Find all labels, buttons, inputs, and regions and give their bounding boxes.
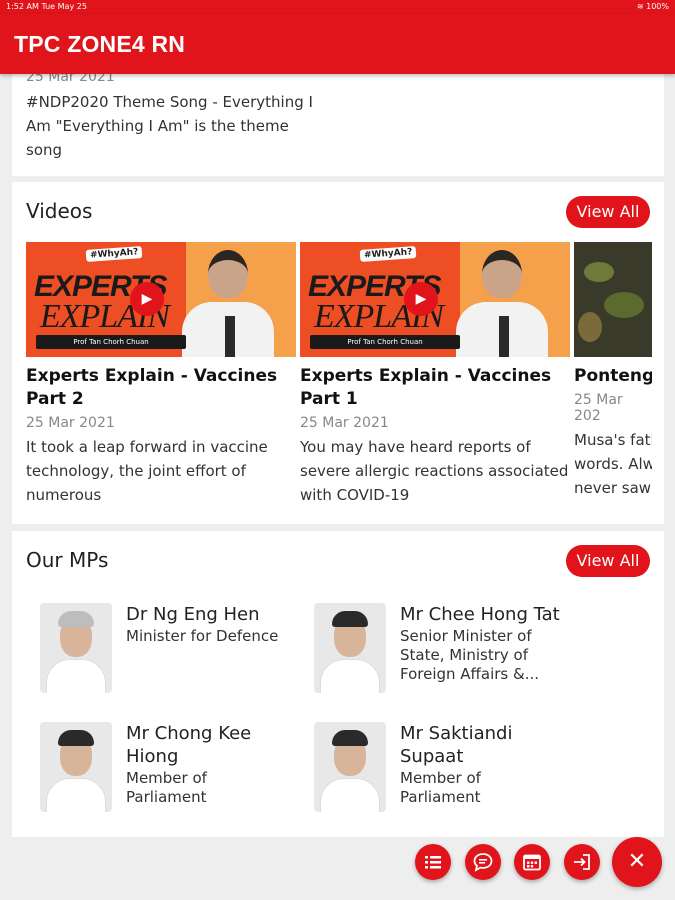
mps-section: Our MPs View All Dr Ng Eng Hen Minister … (12, 531, 664, 837)
video-description: It took a leap forward in vaccine techno… (26, 435, 296, 507)
mps-view-all-button[interactable]: View All (566, 545, 650, 577)
mp-name: Mr Chee Hong Tat (400, 604, 560, 625)
video-description: You may have heard reports of severe all… (300, 435, 570, 507)
list-icon (425, 856, 441, 869)
videos-view-all-button[interactable]: View All (566, 196, 650, 228)
status-bar: 1:52 AM Tue May 25 ≋ 100% (0, 0, 675, 14)
list-fab-button[interactable] (415, 844, 451, 880)
video-card[interactable]: #WhyAh? EXPERTS EXPLAIN Prof Tan Chorh C… (26, 242, 296, 507)
video-date: 25 Mar 2021 (300, 415, 389, 431)
mp-name: Mr Chong Kee Hiong (126, 723, 252, 767)
video-desc-line: words. Alw (574, 455, 652, 473)
video-desc-line: Musa's fatl (574, 431, 652, 449)
video-title-line: Part 1 (300, 389, 358, 409)
mp-photo (40, 722, 112, 812)
mp-role: Minister for Defence (126, 627, 279, 645)
play-icon[interactable]: ▶ (130, 282, 164, 316)
login-icon (574, 854, 590, 870)
video-desc-line: with COVID-19 (300, 486, 410, 504)
status-battery: ≋ 100% (637, 0, 669, 14)
chat-fab-button[interactable] (465, 844, 501, 880)
close-icon: ✕ (627, 849, 647, 874)
play-icon[interactable]: ▶ (404, 282, 438, 316)
video-thumbnail: #WhyAh? EXPERTS EXPLAIN Prof Tan Chorh C… (26, 242, 296, 357)
video-desc-line: It took a leap forward in vaccine (26, 438, 268, 456)
mp-name: Dr Ng Eng Hen (126, 604, 260, 625)
calendar-icon (523, 854, 541, 871)
close-fab-button[interactable]: ✕ (612, 837, 662, 887)
video-desc-line: numerous (26, 486, 102, 504)
video-title-line: Part 2 (26, 389, 84, 409)
login-fab-button[interactable] (564, 844, 600, 880)
video-thumbnail (574, 242, 652, 357)
video-date: 25 Mar 2021 (26, 415, 115, 431)
video-desc-line: never saw (574, 479, 652, 497)
mp-photo (40, 603, 112, 693)
app-title: TPC ZONE4 RN (14, 31, 186, 57)
video-thumbnail: #WhyAh? EXPERTS EXPLAIN Prof Tan Chorh C… (300, 242, 570, 357)
battery-level: 100% (646, 2, 669, 11)
status-time: 1:52 AM (6, 2, 39, 11)
video-desc-line: You may have heard reports of (300, 438, 531, 456)
news-card[interactable]: 25 Mar 2021 #NDP2020 Theme Song - Everyt… (12, 60, 664, 176)
video-desc-line: technology, the joint effort of (26, 462, 246, 480)
thumb-badge: #WhyAh? (85, 246, 143, 262)
video-title: Ponteng| (574, 365, 652, 388)
thumb-caption: Prof Tan Chorh Chuan (36, 335, 186, 349)
video-title: Experts Explain - Vaccines Part 1 (300, 365, 570, 411)
calendar-fab-button[interactable] (514, 844, 550, 880)
mp-role: Senior Minister of State, Ministry of Fo… (400, 627, 540, 683)
videos-title: Videos (26, 199, 93, 223)
mp-name: Mr Saktiandi Supaat (400, 723, 513, 767)
videos-section: Videos View All #WhyAh? EXPERTS EXPLAIN … (12, 182, 664, 524)
video-title-line: Experts Explain - Vaccines (300, 366, 552, 386)
video-title-line: Experts Explain - Vaccines (26, 366, 278, 386)
app-bar: TPC ZONE4 RN (0, 14, 675, 74)
wifi-icon: ≋ (636, 2, 644, 11)
mp-role: Member of Parliament (126, 769, 207, 806)
video-date: 25 Mar 202 (574, 392, 623, 424)
mp-photo (314, 603, 386, 693)
video-card[interactable]: Ponteng| 25 Mar 202 Musa's fatl words. A… (574, 242, 652, 500)
thumb-badge: #WhyAh? (359, 246, 417, 262)
video-title: Experts Explain - Vaccines Part 2 (26, 365, 296, 411)
video-description: Musa's fatl words. Alw never saw (574, 428, 652, 500)
news-description: #NDP2020 Theme Song - Everything I Am "E… (26, 93, 313, 159)
mps-title: Our MPs (26, 548, 109, 572)
video-card[interactable]: #WhyAh? EXPERTS EXPLAIN Prof Tan Chorh C… (300, 242, 570, 507)
status-day: Tue May 25 (41, 2, 87, 11)
chat-icon (473, 853, 493, 872)
thumb-caption: Prof Tan Chorh Chuan (310, 335, 460, 349)
video-desc-line: severe allergic reactions associated (300, 462, 569, 480)
mp-role: Member of Parliament (400, 769, 481, 806)
video-title-line: Ponteng| (574, 366, 652, 386)
mp-photo (314, 722, 386, 812)
